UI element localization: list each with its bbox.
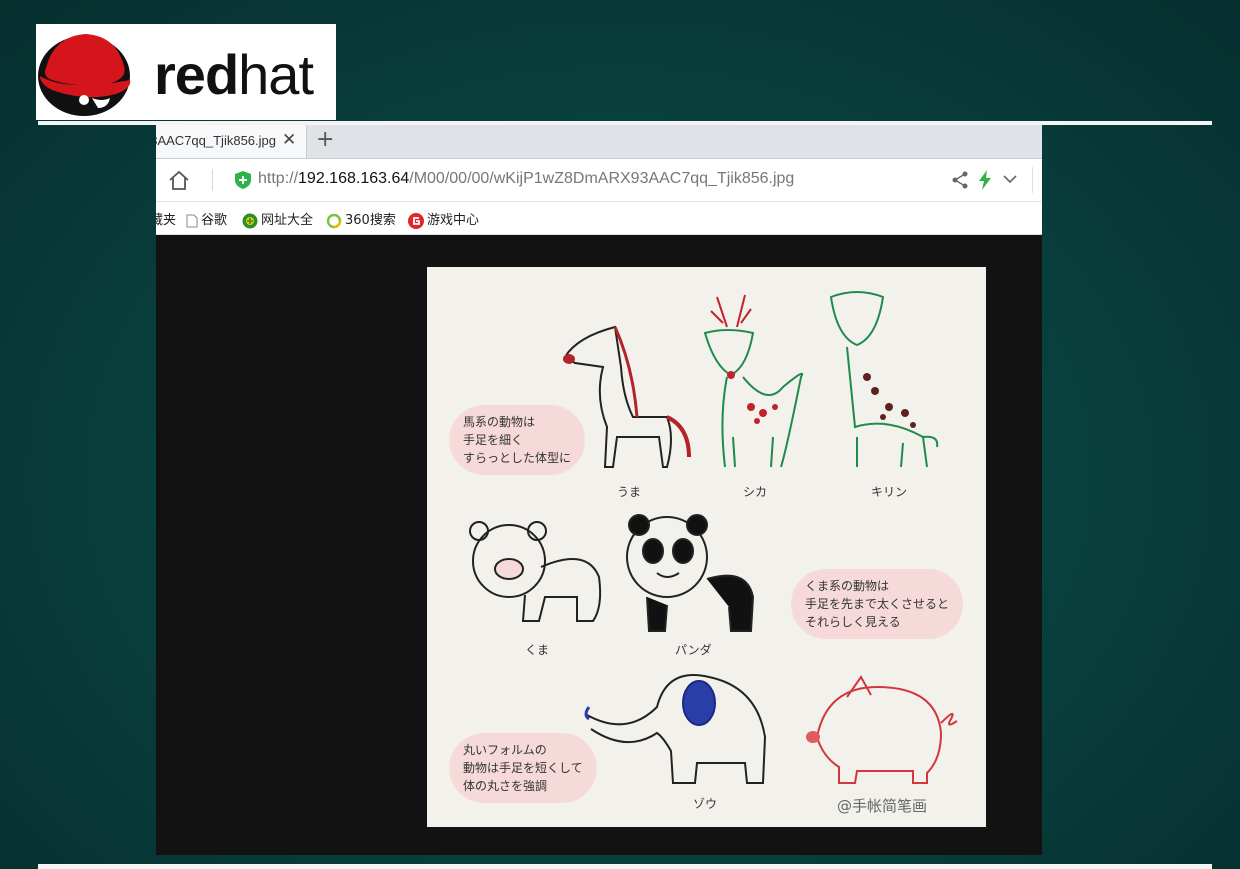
360-search-icon [326,213,342,228]
toolbar-separator-right [1032,167,1033,193]
bookmark-360-search[interactable]: 360搜索 [326,209,396,229]
redhat-wordmark: redhat [154,43,314,106]
text-bubble-elephant: 丸いフォルムの 動物は手足を短くして 体の丸さを強調 [449,733,597,803]
hao123-icon [242,213,258,228]
image-viewport: 馬系の動物は 手足を細く すらっとした体型に くま系の動物は 手足を先まで太くさせると… [156,235,1042,855]
bear-drawing [469,521,602,622]
caption-deer: シカ [743,485,768,499]
bookmark-hao123[interactable]: 网址大全 [242,209,313,229]
toolbar-separator [212,169,213,191]
shadowman-icon [38,34,131,116]
address-bar: http://192.168.163.64/M00/00/00/wKijP1wZ… [156,159,1042,202]
home-icon[interactable] [168,169,190,191]
weibo-watermark: @手帐简笔画 [837,797,928,815]
deer-drawing [703,294,804,468]
browser-window: wKijP1wZ8DmARX93AAC7qq_Tjik856.jpg ✕ + h… [156,125,1042,855]
close-tab-icon[interactable]: ✕ [282,130,296,150]
chevron-down-icon[interactable] [1002,173,1018,185]
text-bubble-horse: 馬系の動物は 手足を細く すらっとした体型に [449,405,586,475]
elephant-drawing [584,674,767,784]
security-shield-icon[interactable] [234,170,252,190]
panda-drawing [626,514,755,632]
bookmark-game-center[interactable]: 游戏中心 [408,209,479,229]
caption-horse: うま [617,485,642,499]
redhat-logo: redhat [36,24,336,120]
bookmarks-bar: 藏夹 谷歌 网址大全 360搜索 游戏中心 [156,202,1042,235]
caption-giraffe: キリン [871,485,908,499]
game-center-icon [408,212,424,229]
page-icon [186,214,198,227]
tab-strip: wKijP1wZ8DmARX93AAC7qq_Tjik856.jpg ✕ + [156,125,1042,159]
tab-title: wKijP1wZ8DmARX93AAC7qq_Tjik856.jpg [156,133,276,148]
caption-panda: パンダ [675,643,712,657]
new-tab-icon[interactable]: + [316,127,334,152]
divider-bottom [38,864,1212,869]
caption-elephant: ゾウ [693,797,718,811]
bookmark-favorites[interactable]: 藏夹 [156,209,176,228]
giraffe-drawing [829,291,939,468]
browser-tab[interactable]: wKijP1wZ8DmARX93AAC7qq_Tjik856.jpg ✕ [156,125,307,158]
displayed-image: 馬系の動物は 手足を細く すらっとした体型に くま系の動物は 手足を先まで太くさせると… [427,267,986,827]
caption-bear: くま [525,643,550,657]
text-bubble-bear: くま系の動物は 手足を先まで太くさせると それらしく見える [791,569,964,639]
share-icon[interactable] [951,171,969,189]
bookmark-google[interactable]: 谷歌 [186,209,227,228]
pig-drawing [806,675,958,784]
lightning-icon[interactable] [978,170,992,190]
url-field[interactable]: http://192.168.163.64/M00/00/00/wKijP1wZ… [258,170,794,188]
